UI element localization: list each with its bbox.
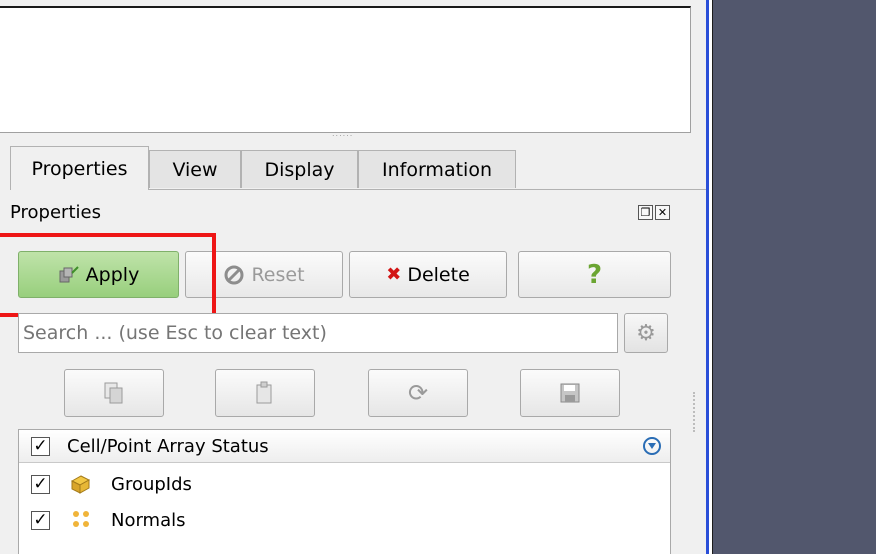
groupids-checkbox[interactable]: ✓ [31,475,50,494]
array-status-panel: ✓ Cell/Point Array Status ✓ GroupIds ✓ N… [18,429,671,554]
gear-icon: ⚙ [636,320,656,346]
refresh-icon: ⟳ [407,379,429,407]
copy-button[interactable] [64,369,164,417]
tab-view[interactable]: View [149,150,241,188]
vertical-splitter-handle[interactable] [693,392,699,432]
save-icon [560,383,580,403]
array-status-header: ✓ Cell/Point Array Status [19,430,670,463]
help-icon: ? [586,259,603,290]
splitter-handle[interactable]: ...... [332,130,372,138]
pipeline-browser-area [0,6,691,133]
chevron-down-icon[interactable] [643,437,661,455]
tab-information[interactable]: Information [358,150,516,188]
apply-button[interactable]: Apply [18,251,179,298]
properties-pane: ...... Properties View Display Informati… [0,0,706,554]
help-button[interactable]: ? [518,251,671,298]
restore-icon[interactable]: ❐ [638,205,653,220]
restore-defaults-button[interactable]: ⟳ [368,369,468,417]
paste-button[interactable] [215,369,315,417]
render-view[interactable] [713,0,876,554]
tab-properties[interactable]: Properties [10,146,149,190]
save-defaults-button[interactable] [520,369,620,417]
reset-icon [224,265,244,284]
toggle-all-checkbox[interactable]: ✓ [31,437,50,456]
search-input[interactable] [18,313,618,353]
delete-button[interactable]: ✖ Delete [349,251,507,298]
cell-data-icon [70,475,91,494]
array-item-label: Normals [111,510,186,531]
delete-icon: ✖ [386,264,402,285]
tab-display[interactable]: Display [241,150,358,188]
close-icon[interactable]: ✕ [655,205,670,220]
array-item-label: GroupIds [111,474,192,495]
copy-icon [104,382,123,404]
reset-button[interactable]: Reset [185,251,343,298]
point-data-icon [73,511,89,527]
panel-title: Properties [10,202,101,223]
dock-controls: ❐ ✕ [638,205,670,220]
normals-checkbox[interactable]: ✓ [31,511,50,530]
tab-divider [148,189,706,190]
array-status-title: Cell/Point Array Status [67,436,269,457]
apply-icon [59,265,79,282]
advanced-settings-button[interactable]: ⚙ [624,313,668,353]
paste-icon [256,381,272,404]
